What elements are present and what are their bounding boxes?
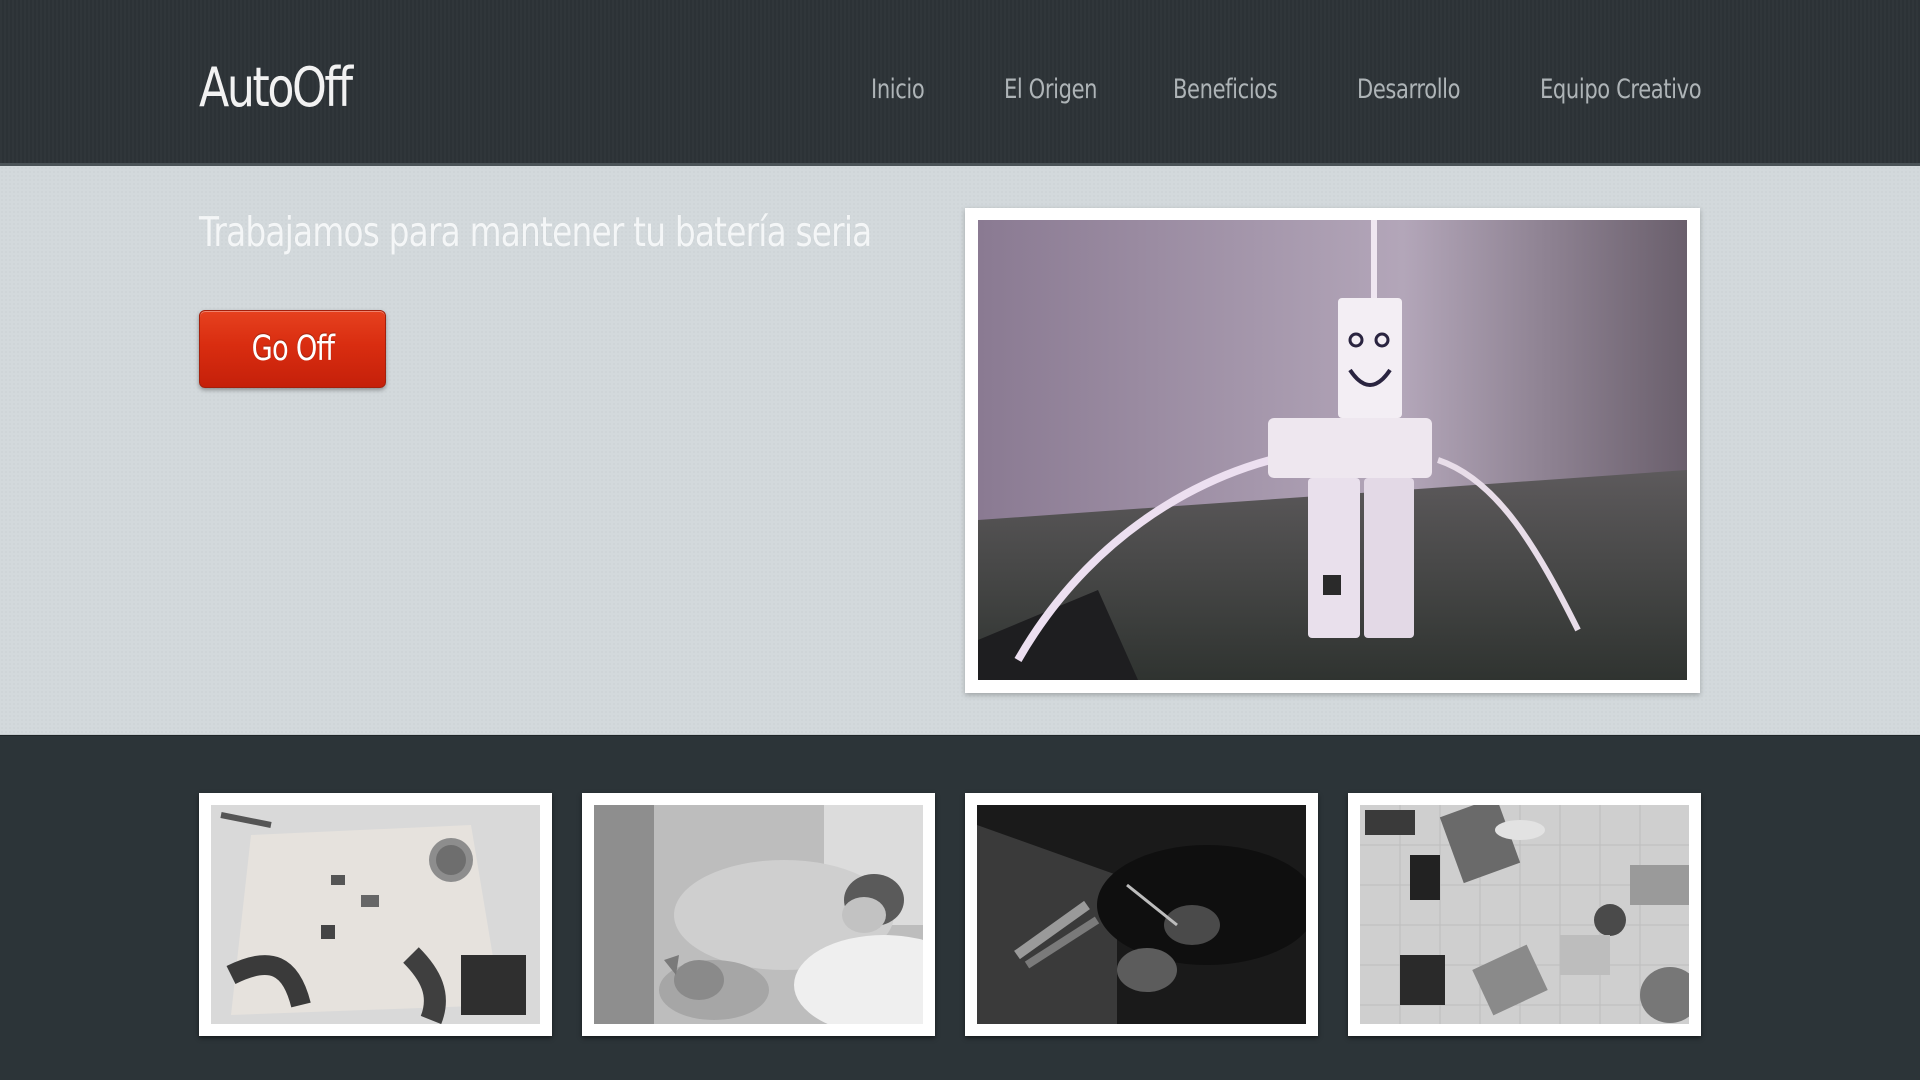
site-header: AutoOff Inicio El Origen Beneficios Desa… [0,0,1920,166]
robot-charger-illustration [978,220,1687,680]
electronics-workbench-photo [211,805,540,1024]
nav-item-beneficios[interactable]: Beneficios [1173,74,1278,105]
go-off-button[interactable]: Go Off [199,310,386,388]
hero-image-frame [965,208,1700,693]
meeting-illustration [1360,805,1689,1024]
hero-tagline: Trabajamos para mantener tu batería seri… [199,208,872,256]
sleeping-illustration [594,805,923,1024]
team-meeting-laptops-photo [1360,805,1689,1024]
robot-charger-photo [978,220,1687,680]
nav-item-inicio[interactable]: Inicio [871,74,925,105]
gallery-item[interactable] [582,793,935,1036]
gallery-item[interactable] [965,793,1318,1036]
gallery-item[interactable] [1348,793,1701,1036]
sleeping-with-dog-photo [594,805,923,1024]
gallery-item[interactable] [199,793,552,1036]
gallery-section [0,735,1920,1080]
soldering-tools-photo [977,805,1306,1024]
nav-item-desarrollo[interactable]: Desarrollo [1357,74,1461,105]
hero-section: Trabajamos para mantener tu batería seri… [0,166,1920,735]
go-off-button-label: Go Off [251,329,334,369]
workbench-illustration [211,805,540,1024]
main-nav: Inicio El Origen Beneficios Desarrollo E… [0,74,1920,114]
nav-item-el-origen[interactable]: El Origen [1004,74,1098,105]
nav-item-equipo-creativo[interactable]: Equipo Creativo [1540,74,1702,105]
soldering-illustration [977,805,1306,1024]
